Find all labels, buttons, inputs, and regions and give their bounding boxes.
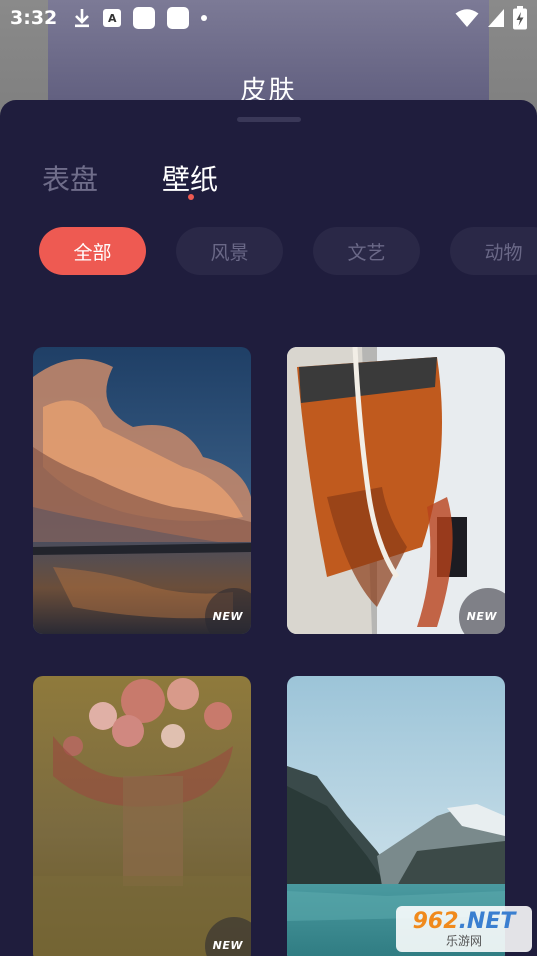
wallpaper-image-flowers [33, 676, 251, 956]
category-filter-bar: 全部 风景 文艺 动物 [0, 227, 537, 275]
site-watermark-logo: 962.NET 乐游网 [396, 906, 532, 952]
tab-wallpaper[interactable]: 壁纸 [162, 158, 218, 198]
notification-icons: A [73, 7, 208, 29]
new-badge: NEW [212, 939, 243, 952]
watermark-brand: 962.NET [412, 909, 516, 934]
drag-handle[interactable] [237, 117, 301, 122]
wallpaper-card-flowers[interactable]: NEW [33, 676, 251, 956]
category-chip-animals[interactable]: 动物 [450, 227, 537, 275]
category-chip-art[interactable]: 文艺 [313, 227, 420, 275]
new-badge: NEW [466, 610, 497, 623]
wallpaper-card-lifebuoy[interactable]: NEW [287, 347, 505, 634]
square-app-icon [167, 7, 190, 29]
download-icon [75, 9, 90, 28]
wallpaper-bottom-sheet: 表盘 壁纸 全部 风景 文艺 动物 NEW NEW NEW [0, 100, 537, 956]
wifi-icon [455, 9, 479, 27]
category-chip-scenery[interactable]: 风景 [176, 227, 283, 275]
signal-icon [488, 9, 504, 27]
screen: 皮肤 3:32 A 表盘 壁纸 全部 风景 文艺 动物 NEW NEW NEW … [0, 0, 537, 956]
new-badge: NEW [212, 610, 243, 623]
a-app-icon: A [103, 9, 122, 27]
active-tab-indicator [188, 194, 194, 200]
battery-charging-icon [513, 6, 527, 30]
watermark-brand-text: 乐游网 [445, 934, 482, 948]
square-app-icon [133, 7, 156, 29]
wallpaper-image-lifebuoy [287, 347, 505, 634]
dot-icon [201, 15, 208, 21]
system-icons [455, 6, 527, 30]
wallpaper-card-sunset[interactable]: NEW [33, 347, 251, 634]
status-time: 3:32 [10, 7, 58, 29]
tab-watch-dial[interactable]: 表盘 [42, 158, 98, 198]
status-bar: 3:32 A [0, 0, 537, 36]
category-chip-all[interactable]: 全部 [39, 227, 146, 275]
wallpaper-image-sunset [33, 347, 251, 634]
